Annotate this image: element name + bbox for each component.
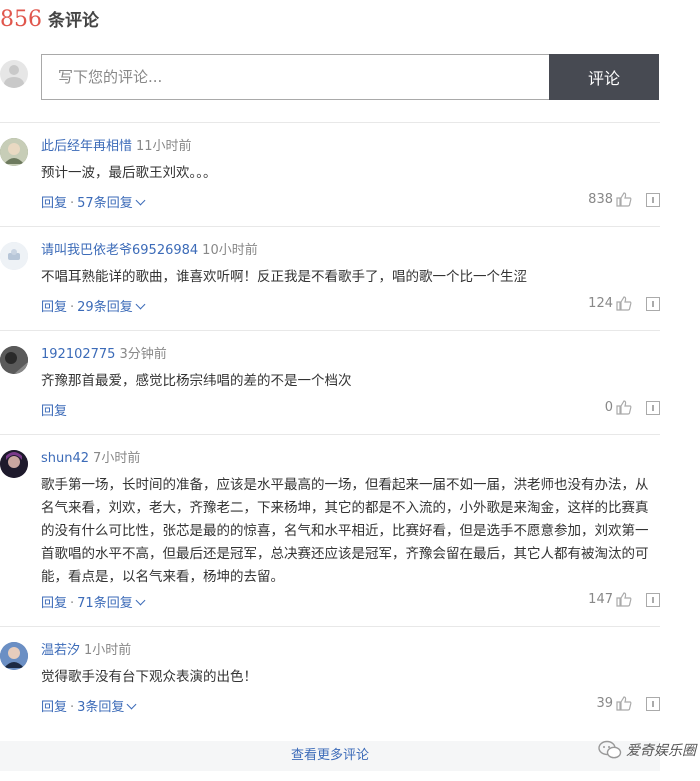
report-icon[interactable] [646,296,660,311]
divider [0,626,660,627]
comment-tools: 147 [588,592,660,607]
divider [0,330,660,331]
report-icon[interactable] [646,400,660,415]
comment-actions: 回复 · 57条回复 [41,192,146,211]
comment-composer: 评论 [0,54,660,100]
comment-actions: 回复 · 3条回复 [41,696,137,715]
wechat-icon [598,740,622,759]
separator: · [70,196,75,211]
user-avatar [0,60,28,88]
like-count: 838 [588,192,613,207]
commenter-avatar[interactable] [0,346,28,374]
comment-text: 不唱耳熟能详的歌曲，谁喜欢听啊！反正我是不看歌手了，唱的歌一个比一个生涩 [41,269,527,285]
comments-header: 856 条评论 [0,6,99,40]
comment-item: 温若汐 1小时前 觉得歌手没有台下观众表演的出色！ 回复 · 3条回复 39 [0,642,660,715]
comment-tools: 0 [605,400,660,415]
separator: · [70,300,75,315]
comment-time: 10小时前 [202,243,258,258]
thumbs-up-icon[interactable] [616,696,632,711]
commenter-name[interactable]: 温若汐 [41,643,80,658]
comment-time: 3分钟前 [119,347,167,362]
report-icon[interactable] [646,192,660,207]
chevron-down-icon [135,195,146,206]
view-replies-link[interactable]: 3条回复 [77,699,137,715]
commenter-avatar[interactable] [0,242,28,270]
thumbs-up-icon[interactable] [616,192,632,207]
commenter-avatar[interactable] [0,138,28,166]
thumbs-up-icon[interactable] [616,592,632,607]
commenter-name[interactable]: 请叫我巴依老爷69526984 [41,243,198,258]
reply-link[interactable]: 回复 [41,596,67,611]
divider [0,434,660,435]
comment-actions: 回复 · 71条回复 [41,592,146,611]
report-icon[interactable] [646,592,660,607]
thumbs-up-icon[interactable] [616,400,632,415]
watermark-text: 爱奇娱乐圈 [626,743,696,759]
comment-text: 齐豫那首最爱，感觉比杨宗纬唱的差的不是一个档次 [41,373,352,389]
comment-item: 此后经年再相惜 11小时前 预计一波，最后歌王刘欢。。。 回复 · 57条回复 838 [0,138,660,211]
comment-text: 歌手第一场，长时间的准备，应该是水平最高的一场，但看起来一届不如一届，洪老师也没… [41,477,649,585]
comment-meta: 请叫我巴依老爷69526984 10小时前 [41,242,258,260]
separator: · [70,596,75,611]
comment-actions: 回复 [41,400,67,419]
view-more-comments-button[interactable]: 查看更多评论 [0,741,660,771]
view-replies-link[interactable]: 29条回复 [77,299,146,315]
comment-tools: 838 [588,192,660,207]
divider [0,226,660,227]
comment-meta: 192102775 3分钟前 [41,346,167,364]
comment-text: 觉得歌手没有台下观众表演的出色！ [41,669,257,685]
like-count: 147 [588,592,613,607]
commenter-name[interactable]: shun42 [41,451,89,466]
chevron-down-icon [135,595,146,606]
view-replies-link[interactable]: 71条回复 [77,595,146,611]
comment-time: 11小时前 [136,139,192,154]
chevron-down-icon [135,299,146,310]
like-count: 39 [596,696,613,711]
comment-item: 请叫我巴依老爷69526984 10小时前 不唱耳熟能详的歌曲，谁喜欢听啊！反正我… [0,242,660,315]
comment-time: 1小时前 [84,643,132,658]
commenter-name[interactable]: 192102775 [41,347,115,362]
comment-meta: 此后经年再相惜 11小时前 [41,138,192,156]
divider [0,122,660,123]
separator: · [70,700,75,715]
comment-tools: 39 [596,696,660,711]
commenter-name[interactable]: 此后经年再相惜 [41,139,132,154]
watermark: 爱奇娱乐圈 [598,740,696,760]
comment-item: shun42 7小时前 歌手第一场，长时间的准备，应该是水平最高的一场，但看起来一… [0,450,660,614]
comment-count: 856 [0,7,42,32]
comment-item: 192102775 3分钟前 齐豫那首最爱，感觉比杨宗纬唱的差的不是一个档次 回复… [0,346,660,419]
reply-link[interactable]: 回复 [41,700,67,715]
comment-tools: 124 [588,296,660,311]
comment-meta: shun42 7小时前 [41,450,140,468]
view-replies-link[interactable]: 57条回复 [77,195,146,211]
comment-text: 预计一波，最后歌王刘欢。。。 [41,165,217,181]
commenter-avatar[interactable] [0,642,28,670]
comment-meta: 温若汐 1小时前 [41,642,131,660]
chevron-down-icon [126,699,137,710]
like-count: 124 [588,296,613,311]
report-icon[interactable] [646,696,660,711]
comment-input[interactable] [41,54,550,100]
commenter-avatar[interactable] [0,450,28,478]
thumbs-up-icon[interactable] [616,296,632,311]
comment-time: 7小时前 [93,451,141,466]
comment-actions: 回复 · 29条回复 [41,296,146,315]
like-count: 0 [604,400,613,415]
reply-link[interactable]: 回复 [41,196,67,211]
reply-link[interactable]: 回复 [41,300,67,315]
reply-link[interactable]: 回复 [41,404,67,419]
comment-count-label: 条评论 [48,11,99,31]
submit-comment-button[interactable]: 评论 [549,54,659,100]
